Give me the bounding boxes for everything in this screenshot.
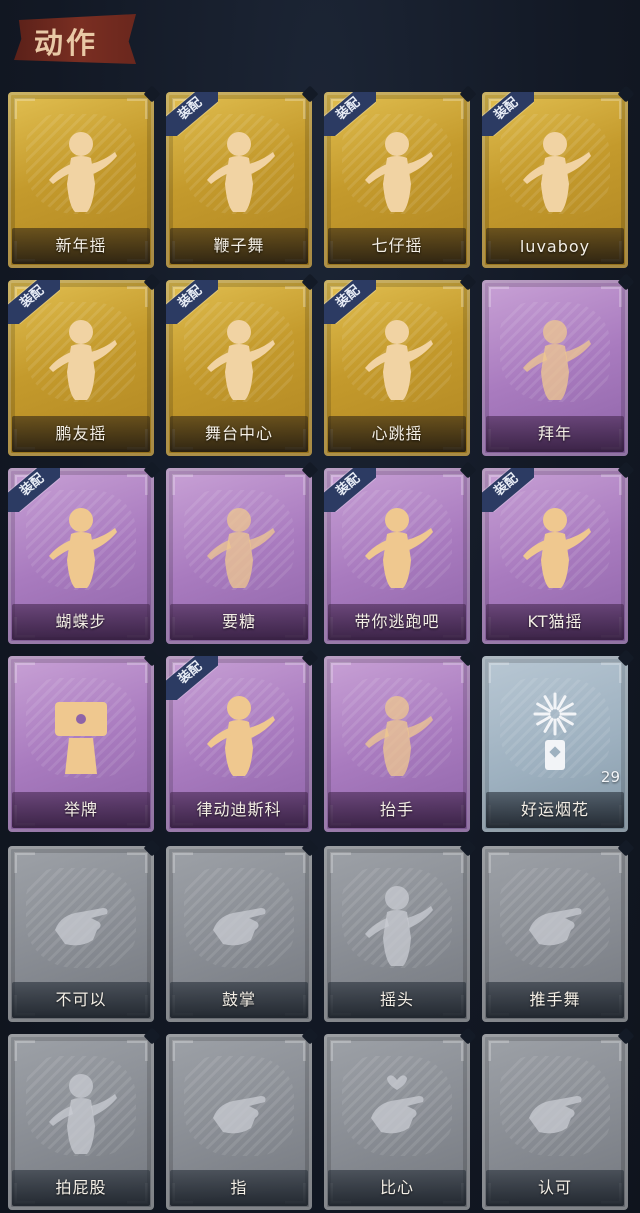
push-hands-icon xyxy=(515,878,595,968)
action-card[interactable]: 鞭子舞 装配 xyxy=(166,85,319,268)
card-label: 好运烟花 xyxy=(520,800,589,819)
action-card[interactable]: 新年摇 xyxy=(8,85,161,268)
action-card[interactable]: 拍屁股 xyxy=(8,1027,161,1210)
action-card[interactable]: 鹏友摇 装配 xyxy=(8,273,161,456)
dancer-icon xyxy=(515,124,595,214)
action-card[interactable]: 认可 xyxy=(482,1027,635,1210)
action-card[interactable]: 拜年 xyxy=(482,273,635,456)
card-label: 蝴蝶步 xyxy=(55,612,107,631)
dancer-icon xyxy=(357,124,437,214)
action-card[interactable]: 抬手 xyxy=(324,649,477,832)
dancer-icon xyxy=(199,312,279,402)
action-card[interactable]: luvaboy 装配 xyxy=(482,85,635,268)
sign-holder-icon xyxy=(41,688,121,778)
disco-figure-icon xyxy=(199,688,279,778)
action-card[interactable]: 鼓掌 xyxy=(166,839,319,1022)
action-card[interactable]: 七仔摇 装配 xyxy=(324,85,477,268)
card-label: 摇头 xyxy=(379,990,414,1009)
equipped-badge: 装配 xyxy=(324,92,376,136)
action-card[interactable]: 舞台中心 装配 xyxy=(166,273,319,456)
card-label: 要糖 xyxy=(221,612,256,631)
card-label: 律动迪斯科 xyxy=(196,800,282,819)
action-card[interactable]: 律动迪斯科 装配 xyxy=(166,649,319,832)
equipped-badge: 装配 xyxy=(482,468,534,512)
card-label: 拍屁股 xyxy=(55,1178,107,1197)
action-card[interactable]: 指 xyxy=(166,1027,319,1210)
card-label: 抬手 xyxy=(379,800,414,819)
equipped-badge: 装配 xyxy=(166,92,218,136)
action-card[interactable]: 不可以 xyxy=(8,839,161,1022)
card-label: 心跳摇 xyxy=(371,424,423,443)
card-label: 鞭子舞 xyxy=(213,236,265,255)
action-card[interactable]: 摇头 xyxy=(324,839,477,1022)
card-label: KT猫摇 xyxy=(527,612,583,631)
card-label: 鼓掌 xyxy=(221,990,256,1009)
butt-slap-icon xyxy=(41,1066,121,1156)
item-count: 29 xyxy=(600,768,620,786)
card-label: 比心 xyxy=(379,1178,414,1197)
dancer-icon xyxy=(357,312,437,402)
card-label: 新年摇 xyxy=(55,236,107,255)
equipped-badge: 装配 xyxy=(8,280,60,324)
card-label: 七仔摇 xyxy=(371,236,423,255)
action-card[interactable]: 要糖 xyxy=(166,461,319,644)
action-card[interactable]: 好运烟花 29 xyxy=(482,649,635,832)
action-card[interactable]: KT猫摇 装配 xyxy=(482,461,635,644)
dancer-icon xyxy=(515,500,595,590)
dancer-icon xyxy=(199,124,279,214)
card-label: 认可 xyxy=(537,1178,572,1197)
card-label: 带你逃跑吧 xyxy=(354,612,440,631)
action-card[interactable]: 推手舞 xyxy=(482,839,635,1022)
firework-icon xyxy=(515,688,595,778)
head-shake-icon xyxy=(357,878,437,968)
equipped-badge: 装配 xyxy=(482,92,534,136)
bowing-figure-icon xyxy=(515,312,595,402)
equipped-badge: 装配 xyxy=(8,468,60,512)
point-icon xyxy=(199,1066,279,1156)
card-label: 不可以 xyxy=(55,990,107,1009)
action-card[interactable]: 比心 xyxy=(324,1027,477,1210)
dancer-icon xyxy=(41,312,121,402)
equipped-badge: 装配 xyxy=(324,280,376,324)
card-label: luvaboy xyxy=(519,237,591,256)
card-label: 拜年 xyxy=(537,424,572,443)
action-card[interactable]: 带你逃跑吧 装配 xyxy=(324,461,477,644)
clapping-hands-icon xyxy=(199,878,279,968)
card-label: 鹏友摇 xyxy=(55,424,107,443)
pointing-figure-icon xyxy=(41,500,121,590)
action-card[interactable]: 举牌 xyxy=(8,649,161,832)
finger-heart-icon xyxy=(357,1066,437,1156)
equipped-badge: 装配 xyxy=(166,280,218,324)
card-label: 举牌 xyxy=(63,800,98,819)
raised-hand-icon xyxy=(357,688,437,778)
card-label: 推手舞 xyxy=(529,990,581,1009)
action-card[interactable]: 蝴蝶步 装配 xyxy=(8,461,161,644)
thumbs-up-icon xyxy=(515,1066,595,1156)
reaching-figure-icon xyxy=(199,500,279,590)
card-label: 舞台中心 xyxy=(204,424,273,443)
equipped-badge: 装配 xyxy=(166,656,218,700)
action-grid: 新年摇 鞭子舞 装配 七仔摇 装配 luvaboy 装配 鹏友摇 装配 舞台中心 装配 心跳摇 装配 拜年… xyxy=(0,0,640,1213)
equipped-badge: 装配 xyxy=(324,468,376,512)
pointing-figure-icon xyxy=(357,500,437,590)
finger-wag-icon xyxy=(41,878,121,968)
card-label: 指 xyxy=(230,1178,248,1197)
action-card[interactable]: 心跳摇 装配 xyxy=(324,273,477,456)
dancer-icon xyxy=(41,124,121,214)
